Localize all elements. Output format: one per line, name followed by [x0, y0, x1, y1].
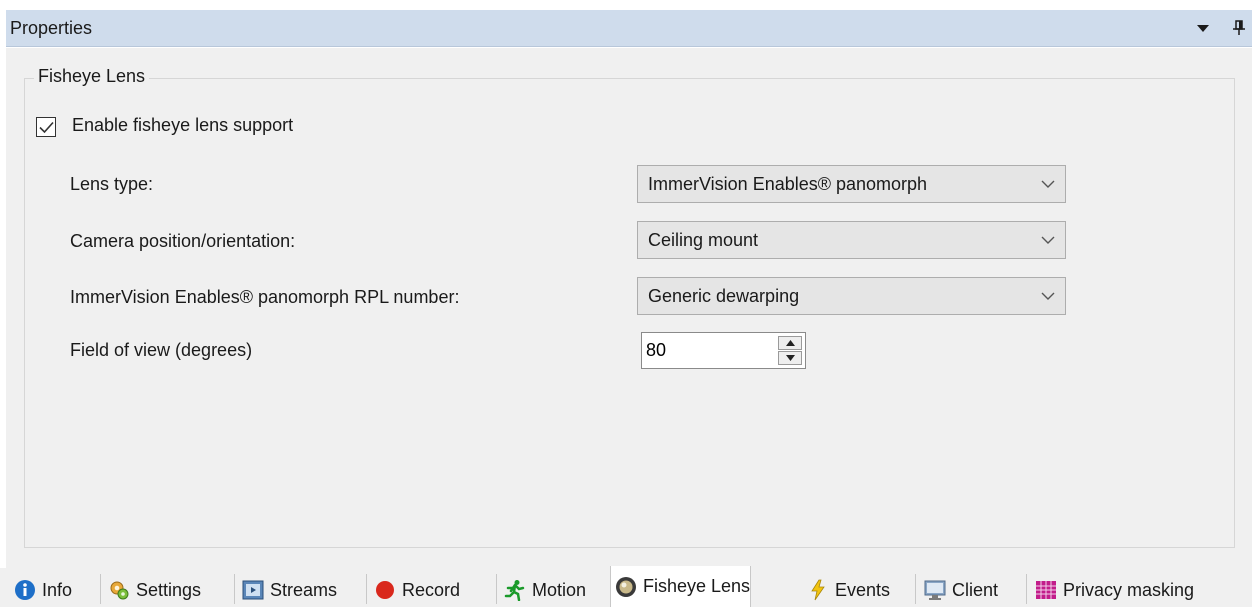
dropdown-arrow-icon[interactable]: [1194, 19, 1212, 37]
tab-events[interactable]: Events: [803, 573, 890, 607]
rpl-number-label: ImmerVision Enables® panomorph RPL numbe…: [70, 287, 460, 307]
field-of-view-label: Field of view (degrees): [70, 340, 253, 360]
tab-label: Info: [42, 579, 73, 600]
lens-type-label: Lens type:: [70, 174, 154, 194]
tab-label: Events: [835, 579, 891, 600]
camera-position-value: Ceiling mount: [648, 230, 759, 250]
streams-icon: [242, 580, 264, 600]
pin-icon[interactable]: [1230, 19, 1248, 37]
client-icon: [924, 580, 946, 600]
tab-record[interactable]: Record: [370, 573, 460, 607]
group-title: Fisheye Lens: [34, 66, 150, 87]
chevron-down-icon: [1041, 292, 1055, 300]
tab-settings[interactable]: Settings: [104, 573, 201, 607]
record-icon: [376, 581, 394, 599]
arrow-up-icon: [786, 340, 795, 346]
tab-label: Streams: [270, 579, 338, 600]
increment-button[interactable]: [778, 336, 802, 350]
settings-icon: [110, 581, 129, 600]
tab-label: Record: [402, 579, 461, 600]
info-icon: [15, 580, 35, 600]
tab-motion[interactable]: Motion: [500, 573, 586, 607]
chevron-down-icon: [1041, 180, 1055, 188]
tab-client[interactable]: Client: [920, 573, 998, 607]
camera-position-select[interactable]: Ceiling mount: [637, 221, 1066, 259]
lens-type-value: ImmerVision Enables® panomorph: [648, 174, 928, 194]
tab-label: Settings: [136, 579, 202, 600]
lens-type-select[interactable]: ImmerVision Enables® panomorph: [637, 165, 1066, 203]
tab-streams[interactable]: Streams: [238, 573, 337, 607]
checkmark-icon: [39, 121, 54, 134]
motion-icon: [504, 580, 525, 601]
rpl-number-value: Generic dewarping: [648, 286, 800, 306]
field-of-view-input[interactable]: [642, 333, 772, 368]
rpl-number-select[interactable]: Generic dewarping: [637, 277, 1066, 315]
tab-label: Client: [952, 579, 999, 600]
chevron-down-icon: [1041, 236, 1055, 244]
field-of-view-stepper[interactable]: [641, 332, 806, 369]
events-icon: [811, 579, 825, 601]
tab-privacy-masking[interactable]: Privacy masking: [1031, 573, 1194, 607]
enable-fisheye-checkbox[interactable]: [36, 117, 56, 137]
enable-fisheye-label[interactable]: Enable fisheye lens support: [72, 115, 293, 136]
properties-header: Properties: [6, 10, 1252, 47]
decrement-button[interactable]: [778, 351, 802, 365]
tab-info[interactable]: Info: [10, 573, 72, 607]
fisheye-lens-icon: [616, 576, 636, 597]
panel-title: Properties: [10, 18, 93, 38]
tab-label: Motion: [532, 579, 587, 600]
privacy-masking-icon: [1036, 581, 1056, 599]
tab-fisheye-lens[interactable]: Fisheye Lens: [610, 566, 752, 607]
camera-position-label: Camera position/orientation:: [70, 231, 296, 251]
tab-label: Privacy masking: [1063, 579, 1195, 600]
arrow-down-icon: [786, 355, 795, 361]
tab-label: Fisheye Lens: [643, 576, 751, 596]
